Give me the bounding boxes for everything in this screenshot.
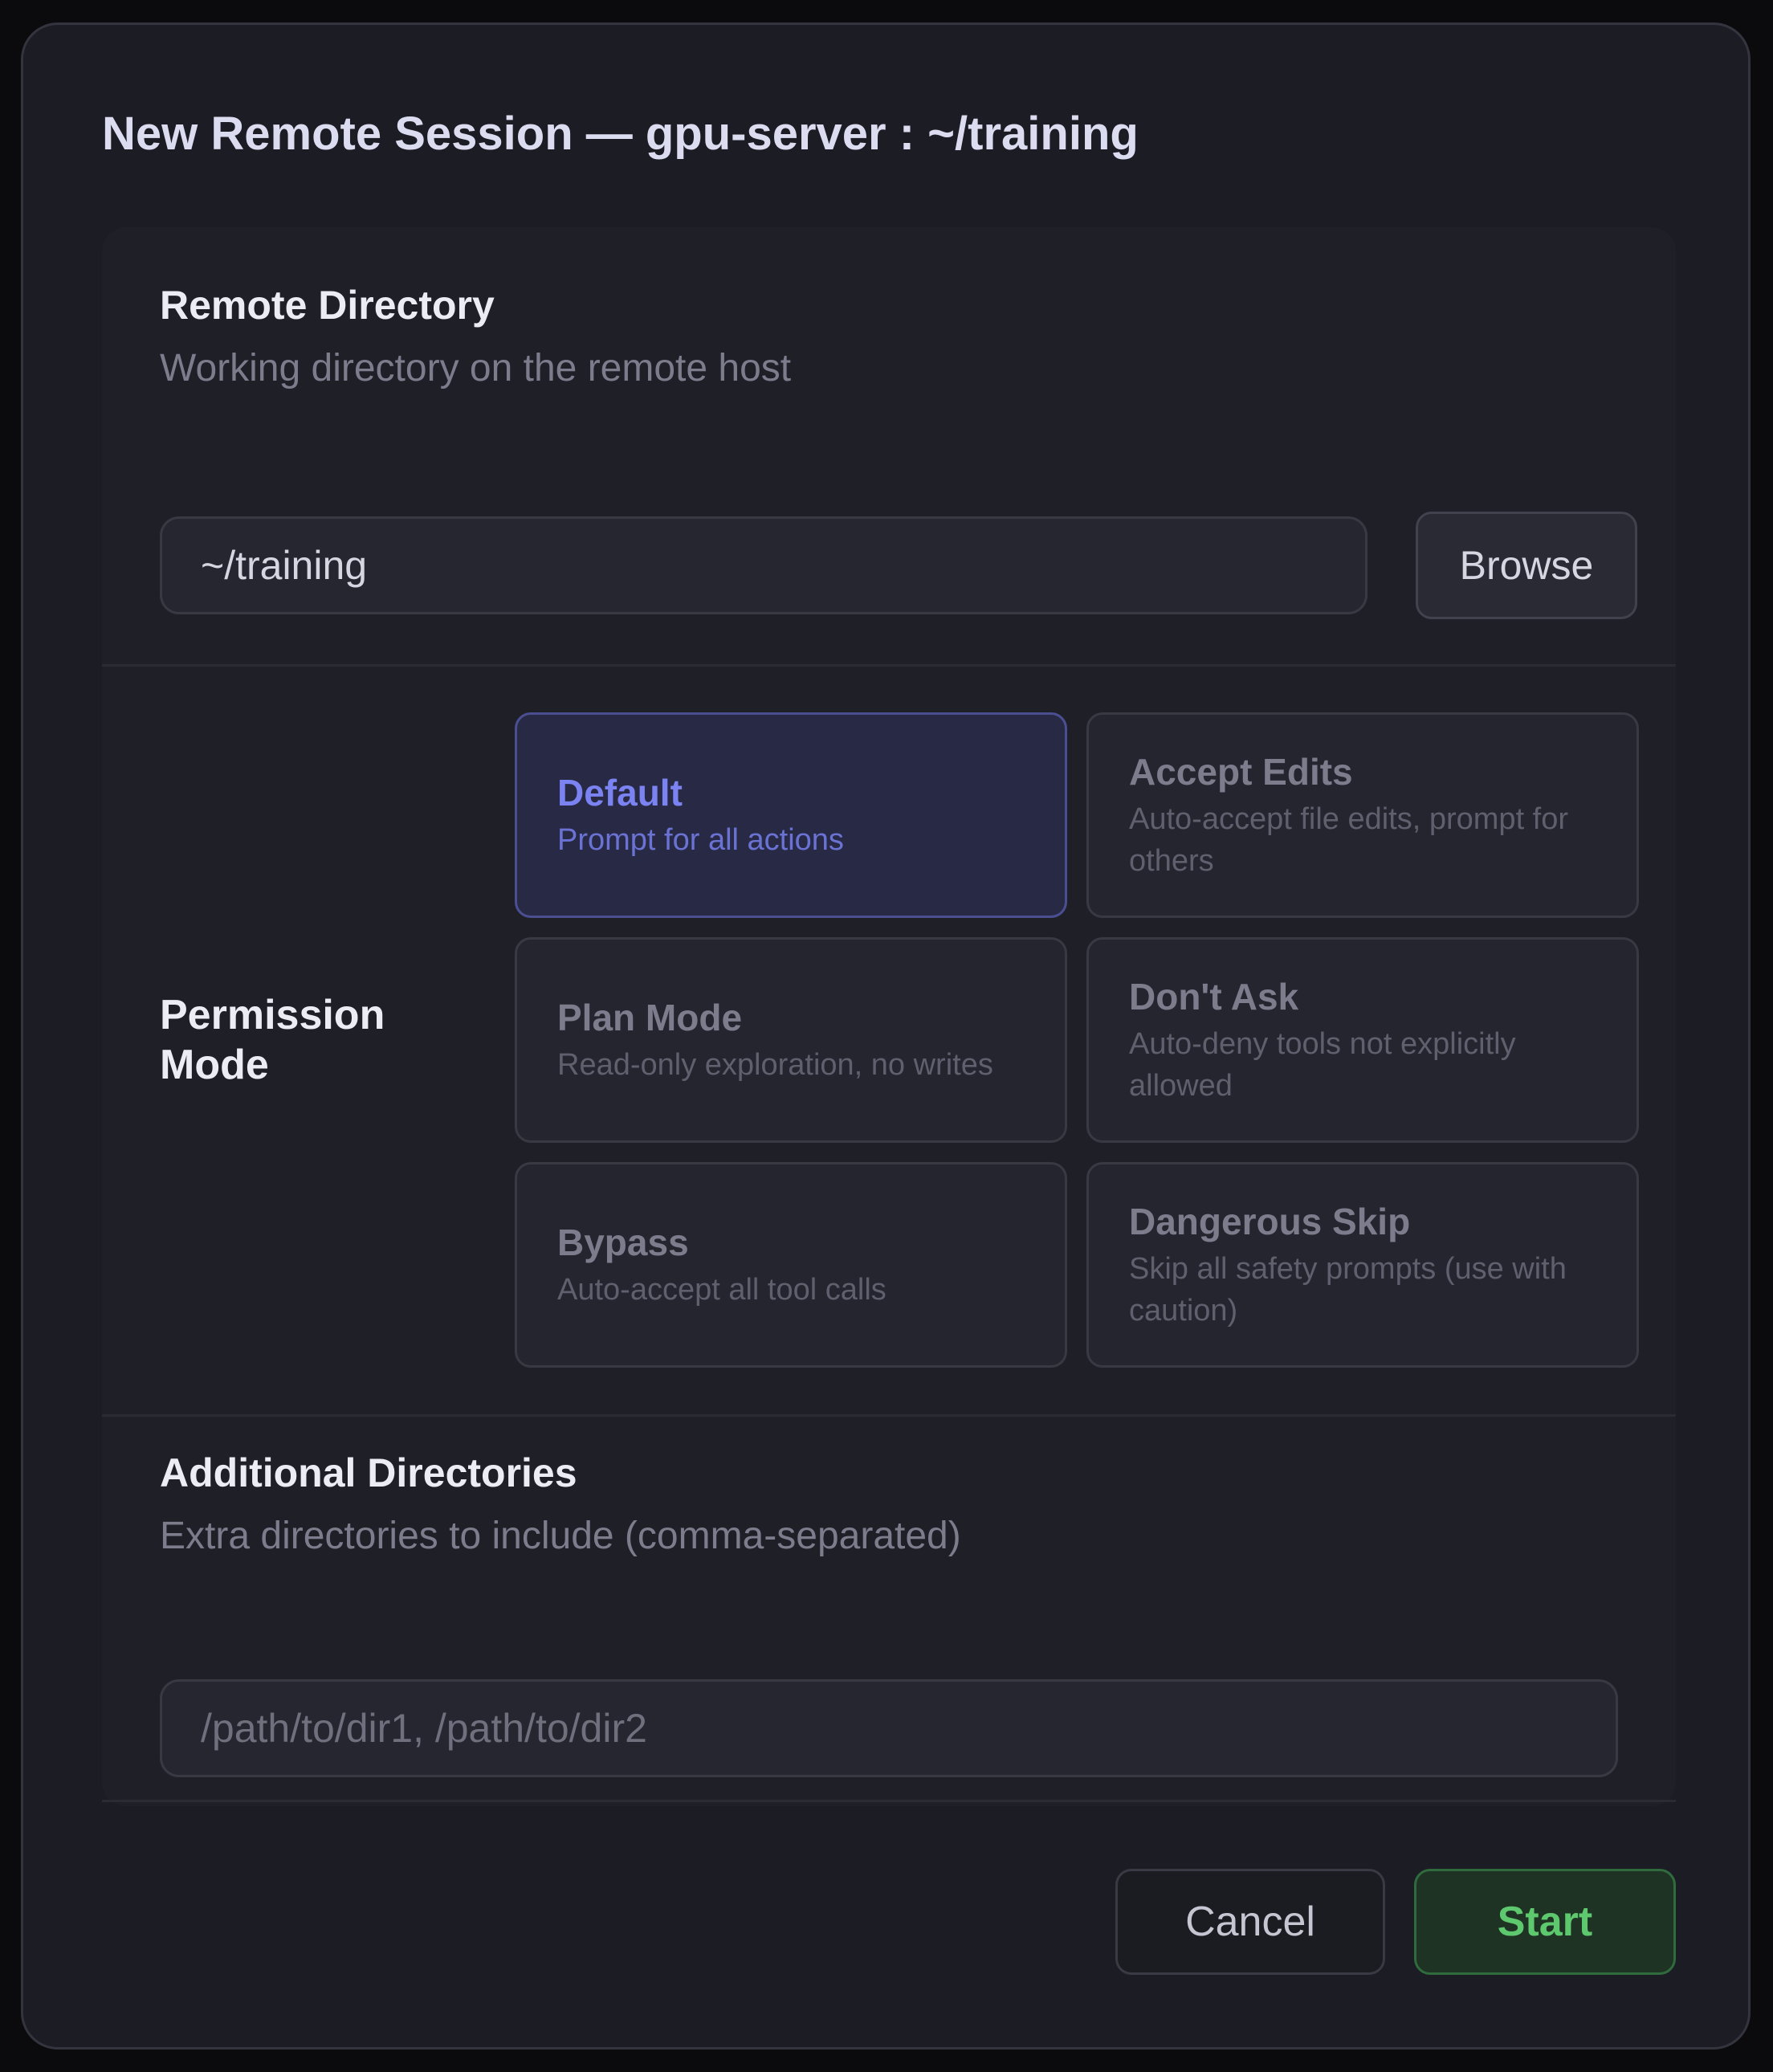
permission-option-name: Don't Ask: [1129, 976, 1299, 1018]
permission-option-bypass[interactable]: Bypass Auto-accept all tool calls: [515, 1162, 1067, 1368]
cancel-button[interactable]: Cancel: [1115, 1869, 1385, 1975]
footer-divider: [102, 1800, 1676, 1802]
permission-option-dangerous-skip[interactable]: Dangerous Skip Skip all safety prompts (…: [1086, 1162, 1639, 1368]
permission-option-name: Dangerous Skip: [1129, 1201, 1411, 1242]
section-divider: [102, 664, 1676, 667]
dialog-title: New Remote Session — gpu-server : ~/trai…: [102, 108, 1139, 160]
additional-directories-input[interactable]: [160, 1679, 1618, 1777]
remote-directory-input[interactable]: [160, 516, 1367, 614]
permission-option-description: Auto-deny tools not explicitly allowed: [1129, 1027, 1516, 1103]
remote-directory-label: Remote Directory: [160, 283, 495, 328]
permission-option-dont-ask[interactable]: Don't Ask Auto-deny tools not explicitly…: [1086, 937, 1639, 1143]
new-remote-session-dialog: New Remote Session — gpu-server : ~/trai…: [21, 22, 1751, 2050]
permission-option-name: Default: [557, 772, 683, 814]
additional-directories-hint: Extra directories to include (comma-sepa…: [160, 1515, 961, 1557]
permission-option-name: Bypass: [557, 1222, 689, 1263]
permission-option-description: Auto-accept file edits, prompt for other…: [1129, 802, 1569, 878]
permission-option-description: Prompt for all actions: [557, 823, 844, 857]
browse-button[interactable]: Browse: [1416, 512, 1637, 619]
permission-option-description: Read-only exploration, no writes: [557, 1048, 993, 1082]
permission-option-description: Skip all safety prompts (use with cautio…: [1129, 1252, 1567, 1328]
permission-option-plan-mode[interactable]: Plan Mode Read-only exploration, no writ…: [515, 937, 1067, 1143]
permission-option-name: Plan Mode: [557, 997, 743, 1038]
permission-option-accept-edits[interactable]: Accept Edits Auto-accept file edits, pro…: [1086, 712, 1639, 918]
remote-directory-hint: Working directory on the remote host: [160, 347, 792, 390]
permission-option-default[interactable]: Default Prompt for all actions: [515, 712, 1067, 918]
start-button[interactable]: Start: [1414, 1869, 1676, 1975]
section-divider: [102, 1414, 1676, 1417]
permission-mode-label: Permission Mode: [160, 992, 385, 1088]
settings-panel: Remote Directory Working directory on th…: [102, 227, 1676, 1806]
additional-directories-label: Additional Directories: [160, 1450, 577, 1495]
permission-option-name: Accept Edits: [1129, 751, 1353, 793]
permission-option-description: Auto-accept all tool calls: [557, 1273, 886, 1307]
